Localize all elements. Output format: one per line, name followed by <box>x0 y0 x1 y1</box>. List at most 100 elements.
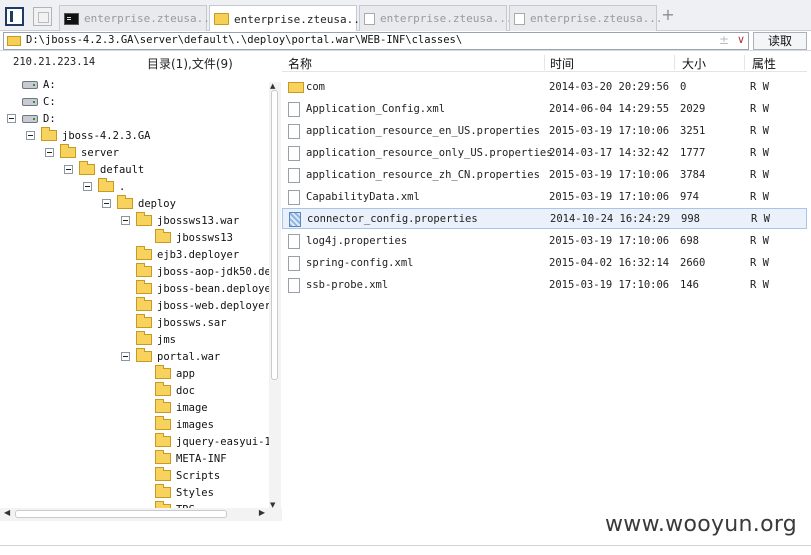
tree-node[interactable]: default <box>64 161 144 178</box>
file-name: CapabilityData.xml <box>306 191 420 203</box>
tree-node-label: jboss-4.2.3.GA <box>62 129 151 142</box>
tree-node[interactable]: jbossws.sar <box>121 314 227 331</box>
file-time: 2014-10-24 16:24:29 <box>550 213 671 225</box>
folder-icon <box>136 348 152 362</box>
tree-node-label: A: <box>43 78 56 91</box>
tree-node-label: jboss-aop-jdk50.dep <box>157 265 269 278</box>
tab-document-2[interactable]: enterprise.zteusa... <box>509 5 662 31</box>
folder-icon <box>79 161 95 175</box>
collapse-icon[interactable] <box>45 148 54 157</box>
divider <box>0 545 811 546</box>
watermark: www.wooyun.org <box>605 512 798 537</box>
tree-node[interactable]: images <box>140 416 214 433</box>
tree-node[interactable]: jboss-bean.deployer <box>121 280 269 297</box>
path-input[interactable]: D:\jboss-4.2.3.GA\server\default\.\deplo… <box>3 32 749 50</box>
tree-node[interactable]: deploy <box>102 195 176 212</box>
scroll-thumb[interactable] <box>271 90 278 380</box>
tree-node[interactable]: image <box>140 399 208 416</box>
column-separator[interactable] <box>674 55 675 70</box>
tree-node[interactable]: jbossws13.war <box>121 212 239 229</box>
tab-terminal[interactable]: enterprise.zteusa... <box>59 5 216 31</box>
folder-icon <box>155 433 171 447</box>
column-attr[interactable]: 属性 <box>752 55 776 72</box>
collapse-icon[interactable] <box>64 165 73 174</box>
document-icon <box>364 12 375 25</box>
file-size: 698 <box>680 235 699 247</box>
collapse-icon[interactable] <box>26 131 35 140</box>
file-row[interactable]: Application_Config.xml 2014-06-04 14:29:5… <box>282 99 807 120</box>
window-button[interactable] <box>33 7 52 26</box>
tree-node[interactable]: jboss-aop-jdk50.dep <box>121 263 269 280</box>
file-name: spring-config.xml <box>306 257 414 269</box>
tab-document-1[interactable]: enterprise.zteusa... <box>359 5 512 31</box>
file-row[interactable]: log4j.properties 2015-03-19 17:10:06 698 R … <box>282 231 807 252</box>
column-time[interactable]: 时间 <box>550 55 574 72</box>
file-row[interactable]: com 2014-03-20 20:29:56 0 R W <box>282 77 807 98</box>
tree-vertical-scrollbar[interactable]: ▲ ▼ <box>269 82 281 509</box>
tree-node[interactable]: doc <box>140 382 195 399</box>
read-button[interactable]: 读取 <box>753 32 807 50</box>
tree-node[interactable]: jboss-4.2.3.GA <box>26 127 151 144</box>
tree-node-label: server <box>81 146 119 159</box>
scroll-up-icon[interactable]: ▲ <box>270 82 275 90</box>
tree-node[interactable]: portal.war <box>121 348 220 365</box>
scroll-right-icon[interactable]: ▶ <box>259 508 265 517</box>
collapse-icon[interactable] <box>102 199 111 208</box>
tree-node[interactable]: Styles <box>140 484 214 501</box>
tree-node-label: default <box>100 163 145 176</box>
tab-file-manager[interactable]: enterprise.zteusa... <box>209 5 366 32</box>
column-separator[interactable] <box>544 55 545 70</box>
tree-node-label: jbossws.sar <box>157 316 227 329</box>
file-attr: R W <box>751 213 770 225</box>
scroll-thumb[interactable] <box>15 510 227 518</box>
chevron-down-icon[interactable]: ∨ <box>737 33 745 46</box>
file-icon <box>288 102 300 117</box>
tree-node[interactable]: jquery-easyui-1. <box>140 433 269 450</box>
tab-bar: enterprise.zteusa... enterprise.zteusa..… <box>0 0 811 32</box>
collapse-icon[interactable] <box>121 216 130 225</box>
tree-node-label: jbossws13.war <box>157 214 240 227</box>
sidebar-toggle-button[interactable] <box>5 7 24 26</box>
tree-node[interactable]: Scripts <box>140 467 220 484</box>
column-separator[interactable] <box>744 55 745 70</box>
tree-node[interactable]: ejb3.deployer <box>121 246 239 263</box>
folder-icon <box>214 13 229 25</box>
tree-node[interactable]: jbossws13 <box>140 229 233 246</box>
add-tab-button[interactable]: + <box>661 7 675 23</box>
tree-node-label: ejb3.deployer <box>157 248 240 261</box>
tree-node[interactable]: jboss-web.deployer <box>121 297 269 314</box>
tree-node[interactable]: server <box>45 144 119 161</box>
tree-node[interactable]: app <box>140 365 195 382</box>
file-attr: R W <box>750 125 769 137</box>
file-row[interactable]: spring-config.xml 2015-04-02 16:32:14 2660… <box>282 253 807 274</box>
column-name[interactable]: 名称 <box>288 55 312 72</box>
tree-node[interactable]: . <box>83 178 125 195</box>
file-time: 2015-03-19 17:10:06 <box>549 125 670 137</box>
folder-icon <box>136 212 152 226</box>
document-icon <box>514 12 525 25</box>
file-row[interactable]: application_resource_en_US.properties 201… <box>282 121 807 142</box>
file-icon <box>288 278 300 293</box>
folder-icon <box>136 314 152 328</box>
file-size: 2660 <box>680 257 706 269</box>
tree-node[interactable]: A: <box>22 76 56 93</box>
tree-node[interactable]: TRS <box>140 501 195 508</box>
file-row[interactable]: ssb-probe.xml 2015-03-19 17:10:06 146 R W <box>282 275 807 296</box>
folder-icon <box>136 331 152 345</box>
file-row[interactable]: CapabilityData.xml 2015-03-19 17:10:06 974… <box>282 187 807 208</box>
tree-horizontal-scrollbar[interactable]: ◀ ▶ <box>0 508 269 521</box>
file-size: 3784 <box>680 169 706 181</box>
scroll-left-icon[interactable]: ◀ <box>4 508 10 517</box>
tree-node[interactable]: D: <box>7 110 56 127</box>
tree-node[interactable]: META-INF <box>140 450 227 467</box>
file-row[interactable]: application_resource_zh_CN.properties 201… <box>282 165 807 186</box>
collapse-icon[interactable] <box>83 182 92 191</box>
collapse-icon[interactable] <box>121 352 130 361</box>
pin-icon[interactable]: ± <box>719 33 729 47</box>
tree-node[interactable]: jms <box>121 331 176 348</box>
file-row[interactable]: application_resource_only_US.properties 2… <box>282 143 807 164</box>
column-size[interactable]: 大小 <box>682 55 706 72</box>
tree-node[interactable]: C: <box>22 93 56 110</box>
file-row[interactable]: connector_config.properties 2014-10-24 16… <box>282 208 807 229</box>
collapse-icon[interactable] <box>7 114 16 123</box>
